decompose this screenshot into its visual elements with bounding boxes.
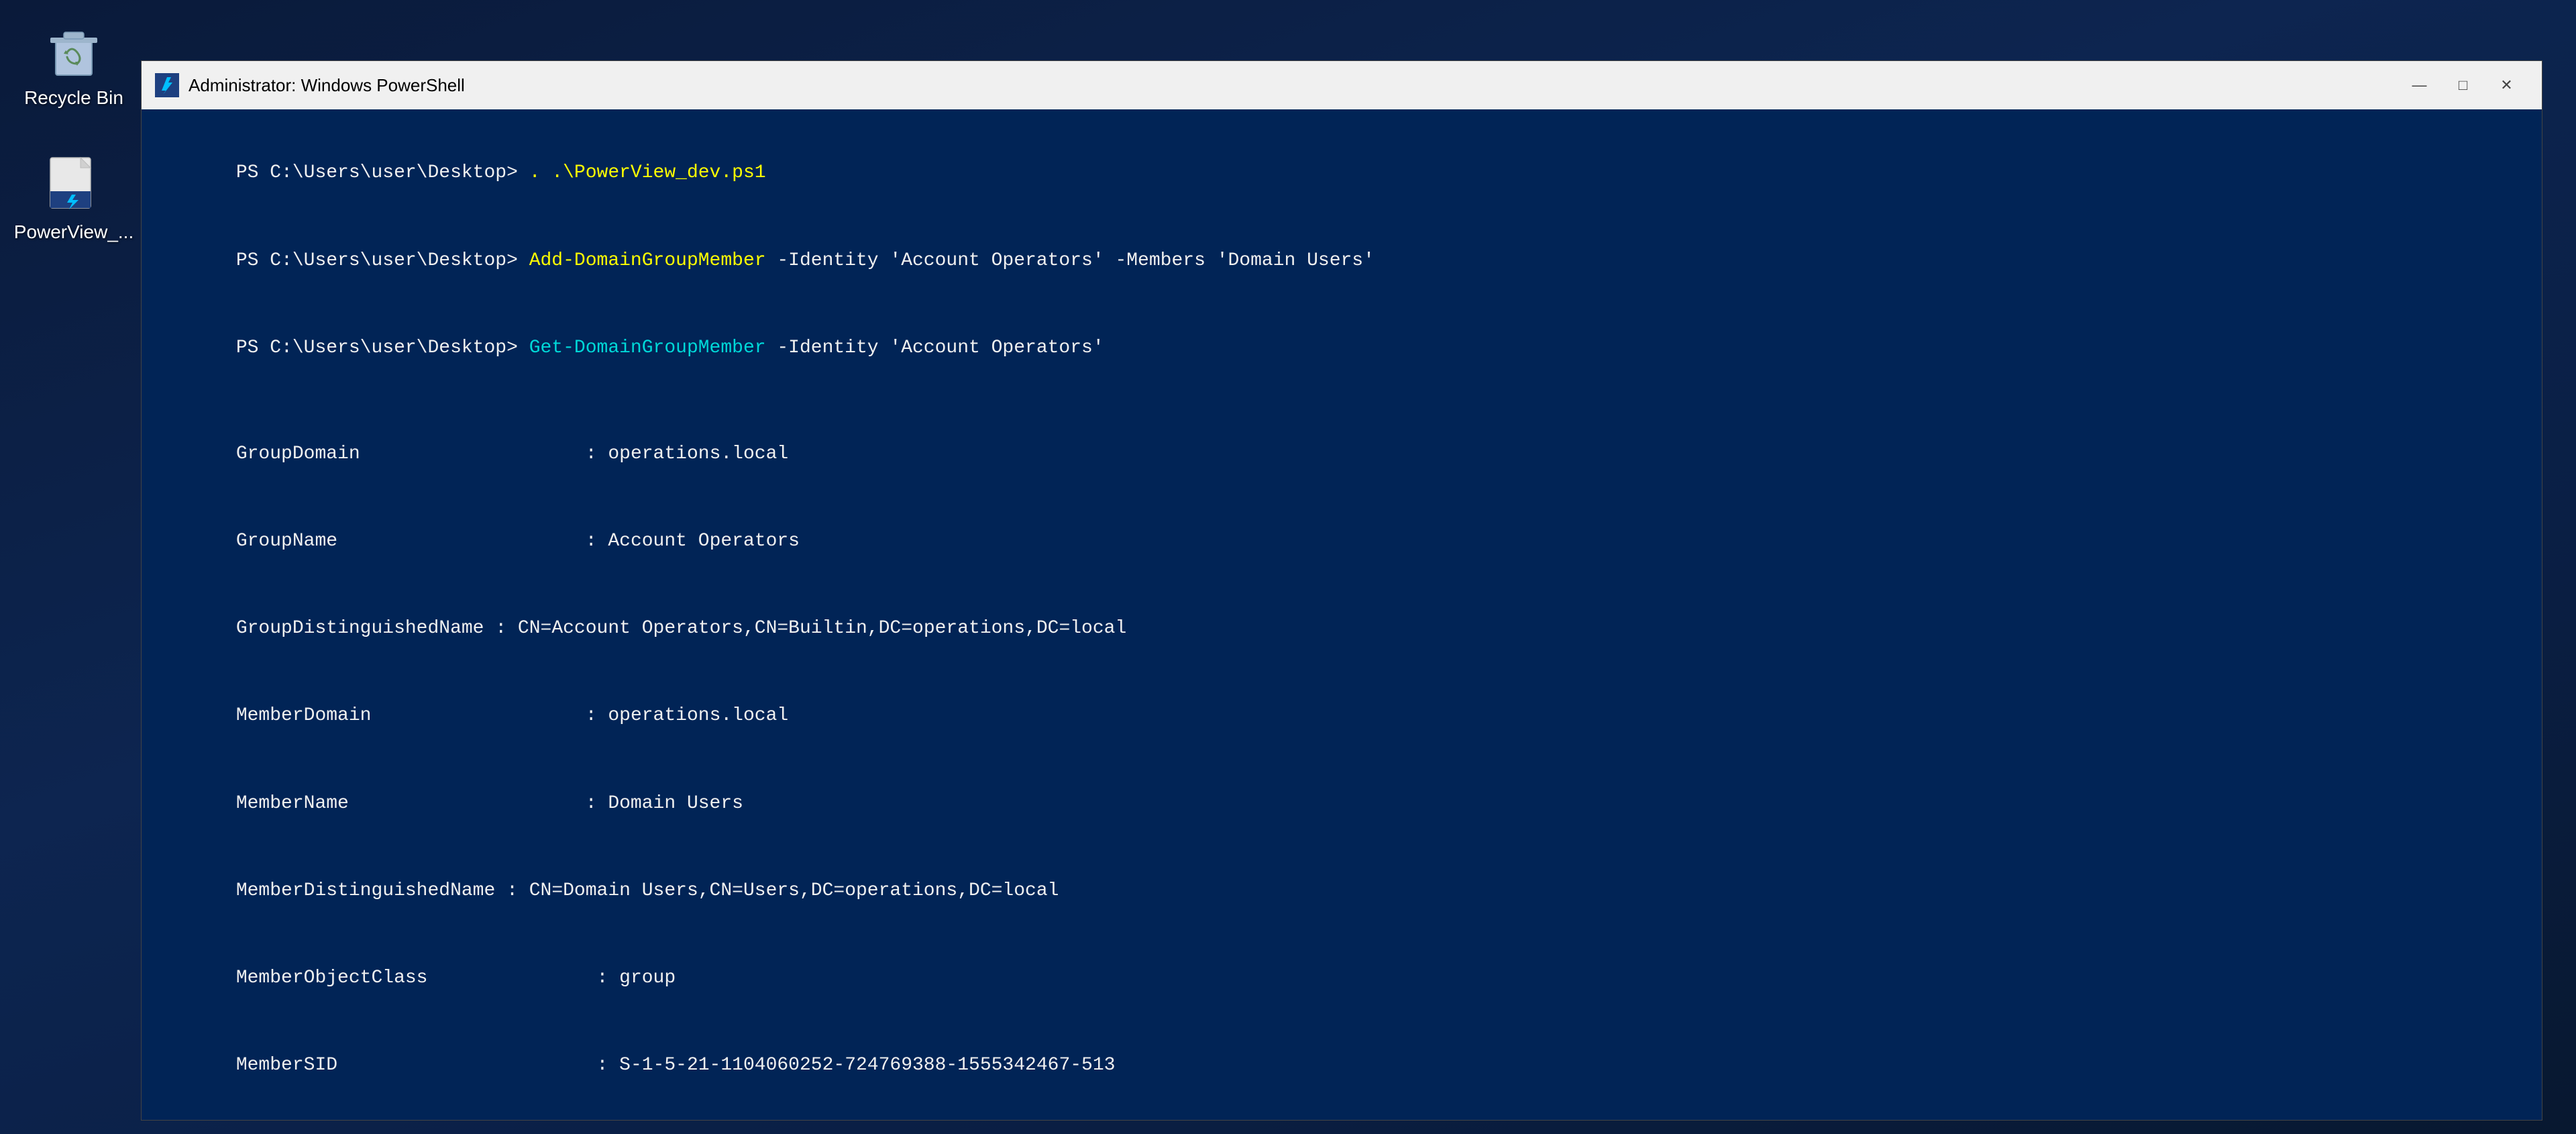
window-controls: — □ ✕	[2398, 68, 2528, 102]
recycle-bin-icon	[44, 20, 104, 81]
terminal-line-1: PS C:\Users\user\Desktop> . .\PowerView_…	[168, 130, 2515, 217]
maximize-button[interactable]: □	[2441, 68, 2485, 102]
terminal-line-3: PS C:\Users\user\Desktop> Get-DomainGrou…	[168, 304, 2515, 391]
field-member-sid: MemberSID : S-1-5-21-1104060252-72476938…	[168, 1022, 2515, 1109]
minimize-button[interactable]: —	[2398, 68, 2441, 102]
powerview-desktop-icon[interactable]: PowerView_...	[13, 148, 134, 250]
field-member-distinguished-name: MemberDistinguishedName : CN=Domain User…	[168, 847, 2515, 934]
field-group-distinguished-name: GroupDistinguishedName : CN=Account Oper…	[168, 585, 2515, 672]
recycle-bin-desktop-icon[interactable]: Recycle Bin	[13, 13, 134, 115]
powershell-title-icon	[155, 73, 179, 97]
spacer-1	[168, 392, 2515, 411]
field-member-object-class: MemberObjectClass : group	[168, 935, 2515, 1022]
field-group-domain: GroupDomain : operations.local	[168, 411, 2515, 498]
field-group-name: GroupName : Account Operators	[168, 498, 2515, 585]
terminal-content[interactable]: PS C:\Users\user\Desktop> . .\PowerView_…	[142, 109, 2542, 1120]
powerview-label: PowerView_...	[14, 221, 133, 243]
recycle-bin-label: Recycle Bin	[24, 87, 123, 109]
close-button[interactable]: ✕	[2485, 68, 2528, 102]
window-title: Administrator: Windows PowerShell	[189, 75, 2398, 96]
field-member-name: MemberName : Domain Users	[168, 760, 2515, 847]
title-bar: Administrator: Windows PowerShell — □ ✕	[142, 61, 2542, 109]
powerview-file-icon	[44, 154, 104, 215]
spacer-2	[168, 1109, 2515, 1120]
terminal-line-2: PS C:\Users\user\Desktop> Add-DomainGrou…	[168, 217, 2515, 304]
powershell-window: Administrator: Windows PowerShell — □ ✕ …	[141, 60, 2542, 1121]
field-member-domain: MemberDomain : operations.local	[168, 672, 2515, 760]
